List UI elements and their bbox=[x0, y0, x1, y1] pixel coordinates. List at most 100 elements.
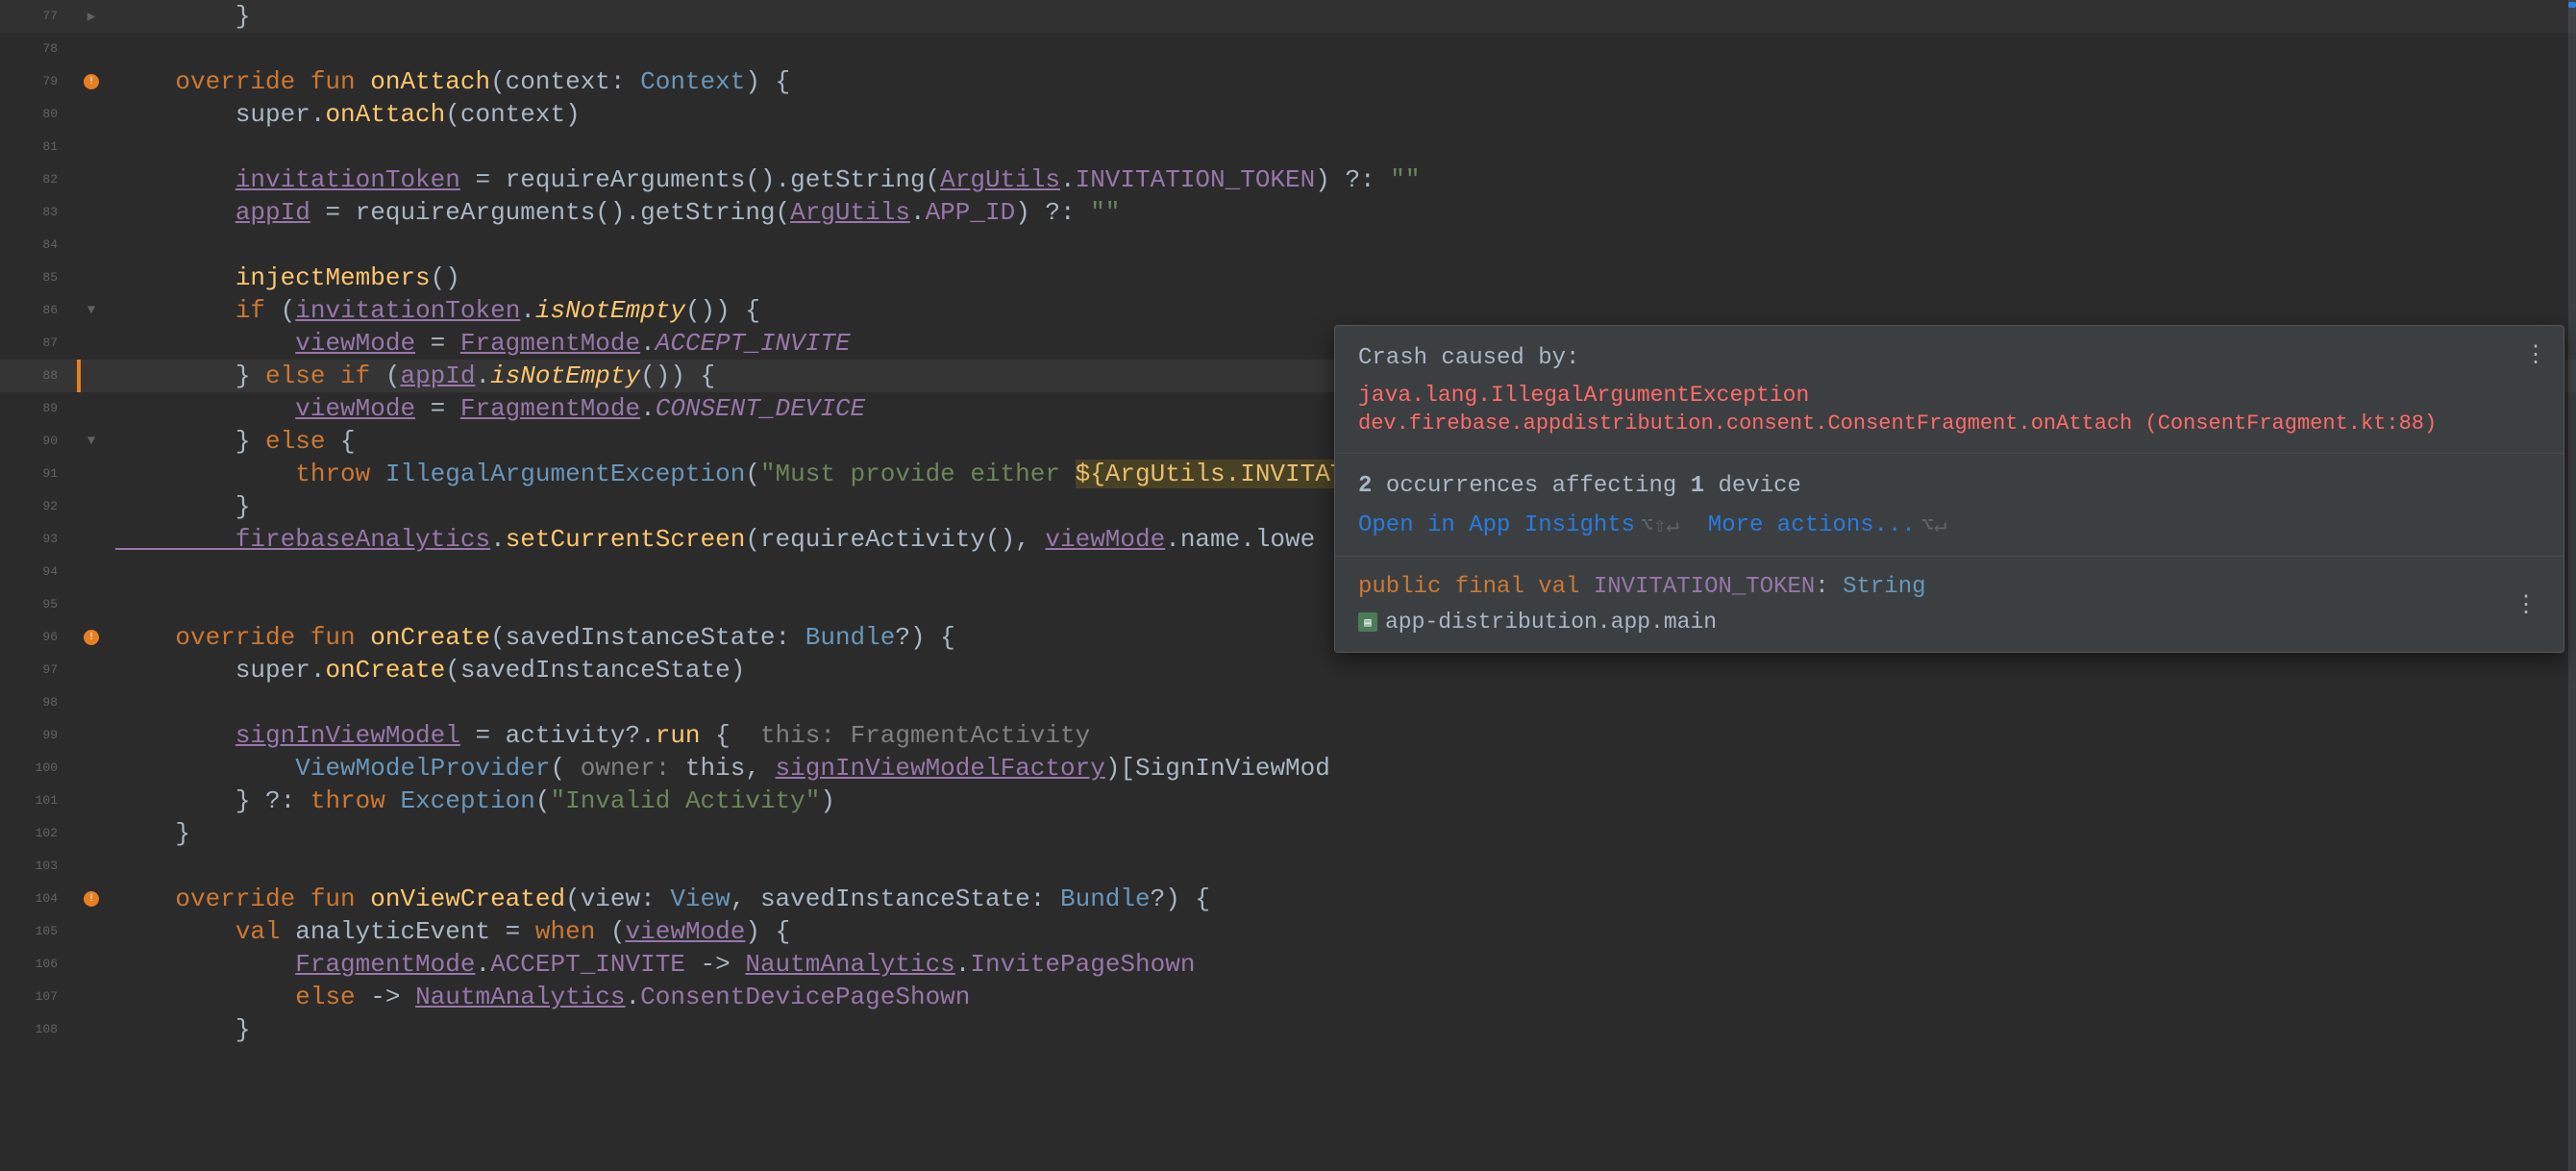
crash-info-section: ⋮ Crash caused by: java.lang.IllegalArgu… bbox=[1335, 326, 2564, 454]
line-number: 90 bbox=[0, 425, 77, 458]
editor-container: 77 ▶ } 78 79 ! override fun onAttach(c bbox=[0, 0, 2576, 1171]
line-number: 84 bbox=[0, 229, 77, 262]
open-in-app-insights-link[interactable]: Open in App Insights bbox=[1358, 512, 1635, 538]
fold-icon[interactable]: ▼ bbox=[87, 434, 95, 449]
table-row: 107 else -> NautmAnalytics.ConsentDevice… bbox=[0, 981, 2576, 1013]
table-row: 97 super.onCreate(savedInstanceState) bbox=[0, 654, 2576, 686]
line-number: 88 bbox=[0, 360, 77, 392]
line-content: override fun onViewCreated(view: View, s… bbox=[106, 883, 2576, 915]
gutter: ! bbox=[77, 630, 106, 645]
exception-class: java.lang.IllegalArgumentException bbox=[1358, 383, 2540, 408]
occurrences-row: 2 occurrences affecting 1 device bbox=[1358, 473, 2540, 499]
occurrences-count: 2 bbox=[1358, 473, 1372, 499]
table-row: 85 injectMembers() bbox=[0, 262, 2576, 294]
line-number: 104 bbox=[0, 883, 77, 915]
line-number: 94 bbox=[0, 556, 77, 588]
gutter: ! bbox=[77, 891, 106, 907]
line-content: FragmentMode.ACCEPT_INVITE -> NautmAnaly… bbox=[106, 948, 2576, 981]
gutter: ! bbox=[77, 74, 106, 89]
shortcut2: ⌥↵ bbox=[1921, 513, 1947, 538]
line-content: } ?: throw Exception("Invalid Activity") bbox=[106, 785, 2576, 817]
occurrences-label: occurrences bbox=[1386, 473, 1538, 499]
line-content: invitationToken = requireArguments().get… bbox=[106, 163, 2576, 196]
table-row: 84 bbox=[0, 229, 2576, 262]
fold-icon[interactable]: ▶ bbox=[87, 9, 95, 25]
line-content: super.onAttach(context) bbox=[106, 98, 2576, 131]
table-row: 86 ▼ if (invitationToken.isNotEmpty()) { bbox=[0, 294, 2576, 327]
table-row: 108 } bbox=[0, 1013, 2576, 1046]
gutter: ▼ bbox=[77, 303, 106, 318]
line-number: 106 bbox=[0, 948, 77, 981]
table-row: 104 ! override fun onViewCreated(view: V… bbox=[0, 883, 2576, 915]
line-number: 79 bbox=[0, 65, 77, 98]
line-number: 100 bbox=[0, 752, 77, 785]
table-row: 79 ! override fun onAttach(context: Cont… bbox=[0, 65, 2576, 98]
line-number: 83 bbox=[0, 196, 77, 229]
line-number: 93 bbox=[0, 523, 77, 556]
line-content: } bbox=[106, 1013, 2576, 1046]
line-number: 81 bbox=[0, 131, 77, 163]
line-content: if (invitationToken.isNotEmpty()) { bbox=[106, 294, 2576, 327]
line-number: 80 bbox=[0, 98, 77, 131]
bookmark-icon: ! bbox=[84, 891, 99, 907]
module-icon: ▤ bbox=[1358, 612, 1377, 632]
line-number: 108 bbox=[0, 1013, 77, 1046]
table-row: 83 appId = requireArguments().getString(… bbox=[0, 196, 2576, 229]
line-content: override fun onAttach(context: Context) … bbox=[106, 65, 2576, 98]
line-content: ViewModelProvider( owner: this, signInVi… bbox=[106, 752, 2576, 785]
code-section-more-button[interactable]: ⋮ bbox=[2512, 590, 2540, 619]
line-number: 82 bbox=[0, 163, 77, 196]
table-row: 82 invitationToken = requireArguments().… bbox=[0, 163, 2576, 196]
table-row: 81 bbox=[0, 131, 2576, 163]
line-number: 85 bbox=[0, 262, 77, 294]
table-row: 77 ▶ } bbox=[0, 0, 2576, 33]
crash-title: Crash caused by: bbox=[1358, 345, 2540, 371]
line-number: 102 bbox=[0, 817, 77, 850]
line-number: 92 bbox=[0, 490, 77, 523]
line-number: 86 bbox=[0, 294, 77, 327]
gutter: ▶ bbox=[77, 9, 106, 25]
table-row: 98 bbox=[0, 686, 2576, 719]
line-number: 77 bbox=[0, 0, 77, 33]
exception-location: dev.firebase.appdistribution.consent.Con… bbox=[1358, 411, 2540, 436]
device-count: 1 bbox=[1691, 473, 1704, 499]
line-number: 96 bbox=[0, 621, 77, 654]
more-options-button[interactable]: ⋮ bbox=[2521, 339, 2550, 368]
line-number: 87 bbox=[0, 327, 77, 360]
module-info: ▤ app-distribution.app.main bbox=[1358, 610, 1926, 635]
line-number: 98 bbox=[0, 686, 77, 719]
line-number: 103 bbox=[0, 850, 77, 883]
code-context-content: public final val INVITATION_TOKEN: Strin… bbox=[1358, 574, 1926, 635]
table-row: 103 bbox=[0, 850, 2576, 883]
line-number: 91 bbox=[0, 458, 77, 490]
line-number: 105 bbox=[0, 915, 77, 948]
line-content: appId = requireArguments().getString(Arg… bbox=[106, 196, 2576, 229]
table-row: 106 FragmentMode.ACCEPT_INVITE -> NautmA… bbox=[0, 948, 2576, 981]
occurrences-section: 2 occurrences affecting 1 device Open in… bbox=[1335, 454, 2564, 557]
line-number: 95 bbox=[0, 588, 77, 621]
code-context-section: public final val INVITATION_TOKEN: Strin… bbox=[1335, 557, 2564, 652]
table-row: 105 val analyticEvent = when (viewMode) … bbox=[0, 915, 2576, 948]
fold-icon[interactable]: ▼ bbox=[87, 303, 95, 318]
bookmark-icon: ! bbox=[84, 630, 99, 645]
table-row: 101 } ?: throw Exception("Invalid Activi… bbox=[0, 785, 2576, 817]
line-content: else -> NautmAnalytics.ConsentDevicePage… bbox=[106, 981, 2576, 1013]
affecting-label: affecting bbox=[1552, 473, 1677, 499]
line-number: 107 bbox=[0, 981, 77, 1013]
line-content: val analyticEvent = when (viewMode) { bbox=[106, 915, 2576, 948]
actions-row: Open in App Insights ⌥⇧↵ More actions...… bbox=[1358, 512, 2540, 538]
shortcut1: ⌥⇧↵ bbox=[1641, 513, 1679, 538]
line-number: 89 bbox=[0, 392, 77, 425]
table-row: 78 bbox=[0, 33, 2576, 65]
more-actions-link[interactable]: More actions... bbox=[1708, 512, 1916, 538]
table-row: 102 } bbox=[0, 817, 2576, 850]
line-number: 97 bbox=[0, 654, 77, 686]
table-row: 80 super.onAttach(context) bbox=[0, 98, 2576, 131]
code-snippet: public final val INVITATION_TOKEN: Strin… bbox=[1358, 574, 1926, 600]
crash-popup: ⋮ Crash caused by: java.lang.IllegalArgu… bbox=[1334, 325, 2564, 653]
line-number: 78 bbox=[0, 33, 77, 65]
code-area: 77 ▶ } 78 79 ! override fun onAttach(c bbox=[0, 0, 2576, 1171]
gutter: ▼ bbox=[77, 434, 106, 449]
table-row: 99 signInViewModel = activity?.run { thi… bbox=[0, 719, 2576, 752]
line-number: 101 bbox=[0, 785, 77, 817]
